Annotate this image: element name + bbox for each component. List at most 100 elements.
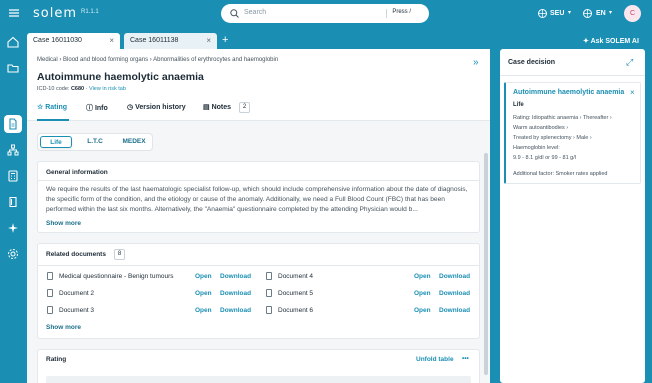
tab-version-history[interactable]: ◷ Version history xyxy=(127,103,186,111)
additional-factor: Additional factor: Smoker rates applied xyxy=(513,171,608,177)
open-button[interactable]: Open xyxy=(195,307,212,314)
app-version: R1.1.1 xyxy=(81,9,99,15)
folder-icon[interactable] xyxy=(7,62,19,74)
case-decision-panel: Case decision ⤢ Autoimmune haemolytic an… xyxy=(500,49,645,383)
download-button[interactable]: Download xyxy=(220,290,251,297)
file-icon xyxy=(266,272,272,280)
card-title: General information xyxy=(46,169,108,176)
divider xyxy=(38,180,479,181)
tab-version-history-label: Version history xyxy=(135,104,186,111)
scrollbar[interactable] xyxy=(484,153,488,375)
page-title: Autoimmune haemolytic anaemia xyxy=(37,71,204,83)
region-selector[interactable]: SEU xyxy=(550,10,564,17)
tab-info[interactable]: ⓘ Info xyxy=(86,103,108,113)
breadcrumb-item[interactable]: Blood and blood forming organs xyxy=(63,57,148,63)
new-tab-button[interactable]: + xyxy=(222,34,228,46)
decision-line: Haemoglobin level: xyxy=(513,145,560,151)
ask-ai-button[interactable]: ✦ Ask SOLEM AI xyxy=(583,37,639,45)
tab-case-16011138[interactable]: Case 16011138 × xyxy=(124,33,217,49)
icd-value: C680 xyxy=(70,86,85,92)
document-name: Document 2 xyxy=(59,290,95,297)
breadcrumb-item[interactable]: Abnormalities of erythrocytes and haemog… xyxy=(153,57,278,63)
decision-product: Life xyxy=(513,102,524,108)
active-tab-underline xyxy=(37,119,69,121)
decision-condition: Autoimmune haemolytic anaemia xyxy=(513,89,625,96)
open-button[interactable]: Open xyxy=(414,307,431,314)
tab-label: Case 16011030 xyxy=(33,37,82,44)
case-header: Medical › Blood and blood forming organs… xyxy=(27,49,490,121)
home-icon[interactable] xyxy=(7,36,19,48)
app-logo: solem xyxy=(33,6,77,21)
download-button[interactable]: Download xyxy=(220,273,251,280)
sparkle-icon[interactable] xyxy=(7,222,19,234)
breadcrumb-item[interactable]: Medical xyxy=(37,57,58,63)
document-icon[interactable] xyxy=(7,118,19,130)
collapse-panel-icon[interactable]: » xyxy=(473,57,479,68)
show-more-button[interactable]: Show more xyxy=(46,324,81,331)
settings-icon[interactable] xyxy=(7,248,19,260)
divider xyxy=(38,265,479,266)
language-selector[interactable]: EN xyxy=(596,10,606,17)
tab-notes-label: Notes xyxy=(211,104,232,111)
close-icon[interactable]: × xyxy=(109,36,114,45)
chevron-down-icon: ▾ xyxy=(568,10,572,16)
open-button[interactable]: Open xyxy=(195,290,212,297)
tab-label: Case 16011138 xyxy=(130,37,179,44)
search-divider xyxy=(386,9,387,18)
avatar[interactable]: C xyxy=(624,5,641,22)
file-icon xyxy=(47,289,53,297)
expand-icon[interactable]: ⤢ xyxy=(626,57,633,68)
unfold-table-button[interactable]: Unfold table xyxy=(416,356,454,363)
language-icon xyxy=(583,9,592,18)
view-risk-link[interactable]: View in risk tab xyxy=(89,86,126,92)
download-button[interactable]: Download xyxy=(439,307,470,314)
show-more-button[interactable]: Show more xyxy=(46,220,81,227)
tab-notes[interactable]: ▤ Notes xyxy=(203,103,231,111)
globe-icon xyxy=(538,9,547,18)
note-icon: ▤ xyxy=(203,104,212,111)
document-name: Document 4 xyxy=(278,273,314,280)
related-documents-card: Related documents 8 Medical questionnair… xyxy=(37,243,480,339)
open-button[interactable]: Open xyxy=(414,273,431,280)
decision-card: Autoimmune haemolytic anaemia × Life Rat… xyxy=(504,82,641,184)
ask-ai-label: Ask SOLEM AI xyxy=(590,38,639,45)
file-icon xyxy=(47,306,53,314)
card-title: Rating xyxy=(46,356,67,363)
segment-life[interactable]: Life xyxy=(40,136,72,148)
download-button[interactable]: Download xyxy=(439,273,470,280)
open-button[interactable]: Open xyxy=(195,273,212,280)
rating-table-placeholder xyxy=(46,376,471,383)
tab-info-label: Info xyxy=(94,105,108,112)
download-button[interactable]: Download xyxy=(439,290,470,297)
tab-rating[interactable]: ☆ Rating xyxy=(37,103,67,111)
document-name: Document 5 xyxy=(278,290,314,297)
more-options-icon[interactable]: ••• xyxy=(462,355,469,362)
open-button[interactable]: Open xyxy=(414,290,431,297)
notes-count-badge: 2 xyxy=(239,102,250,113)
documents-count-badge: 8 xyxy=(114,249,125,260)
chevron-down-icon: ▾ xyxy=(609,10,613,16)
divider xyxy=(500,75,645,76)
sparkle-icon: ✦ xyxy=(583,38,591,45)
decision-line: Treated by splenectomy › Male › xyxy=(513,135,592,141)
search-icon xyxy=(230,9,239,18)
icd-code: ICD-10 code: C680 · View in risk tab xyxy=(37,86,126,92)
panel-title: Case decision xyxy=(508,59,556,66)
hierarchy-icon[interactable] xyxy=(7,144,19,156)
segment-medex[interactable]: MEDEX xyxy=(118,136,150,148)
document-name: Document 6 xyxy=(278,307,314,314)
hamburger-menu-icon[interactable] xyxy=(9,8,19,18)
star-icon: ☆ xyxy=(37,104,46,111)
decision-line: Rating: Idiopathic anaemia › Thereafter … xyxy=(513,115,612,121)
breadcrumb: Medical › Blood and blood forming organs… xyxy=(37,57,278,63)
close-icon[interactable]: × xyxy=(206,36,211,45)
rating-card: Rating Unfold table ••• xyxy=(37,349,480,383)
search-bar[interactable]: Search Press / xyxy=(221,4,429,23)
segment-ltc[interactable]: L.T.C xyxy=(80,136,110,148)
search-input[interactable]: Search xyxy=(244,9,266,16)
download-button[interactable]: Download xyxy=(220,307,251,314)
book-icon[interactable] xyxy=(7,196,19,208)
calculator-icon[interactable] xyxy=(7,170,19,182)
tab-case-16011030[interactable]: Case 16011030 × xyxy=(27,33,120,49)
close-icon[interactable]: × xyxy=(630,88,635,97)
